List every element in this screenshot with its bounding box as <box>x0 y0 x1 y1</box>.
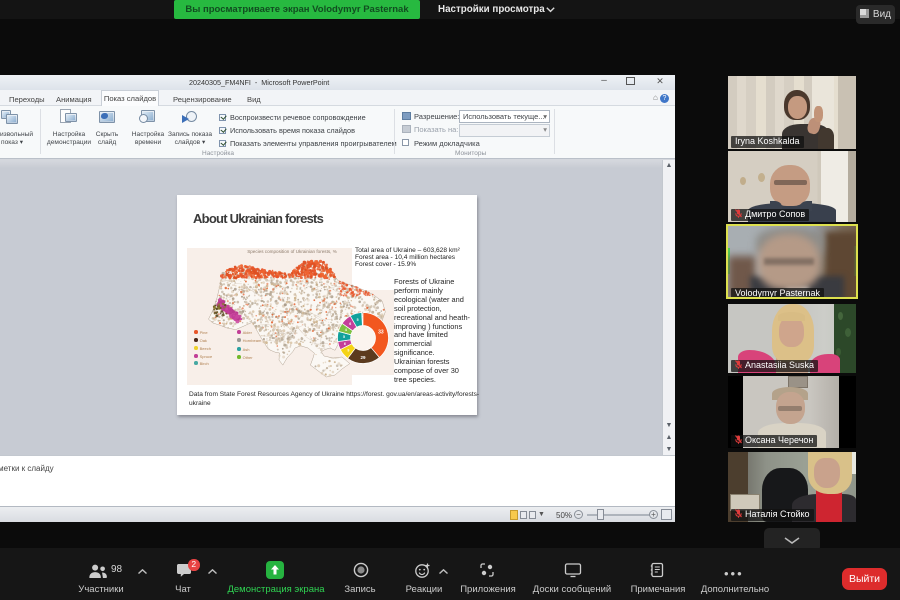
svg-text:5: 5 <box>357 318 359 322</box>
svg-text:9: 9 <box>347 348 349 352</box>
svg-text:33: 33 <box>378 329 384 335</box>
svg-text:29: 29 <box>360 355 366 360</box>
svg-text:4: 4 <box>345 328 347 332</box>
svg-text:6: 6 <box>349 322 351 326</box>
svg-text:6: 6 <box>344 342 346 346</box>
svg-text:5: 5 <box>343 335 345 339</box>
